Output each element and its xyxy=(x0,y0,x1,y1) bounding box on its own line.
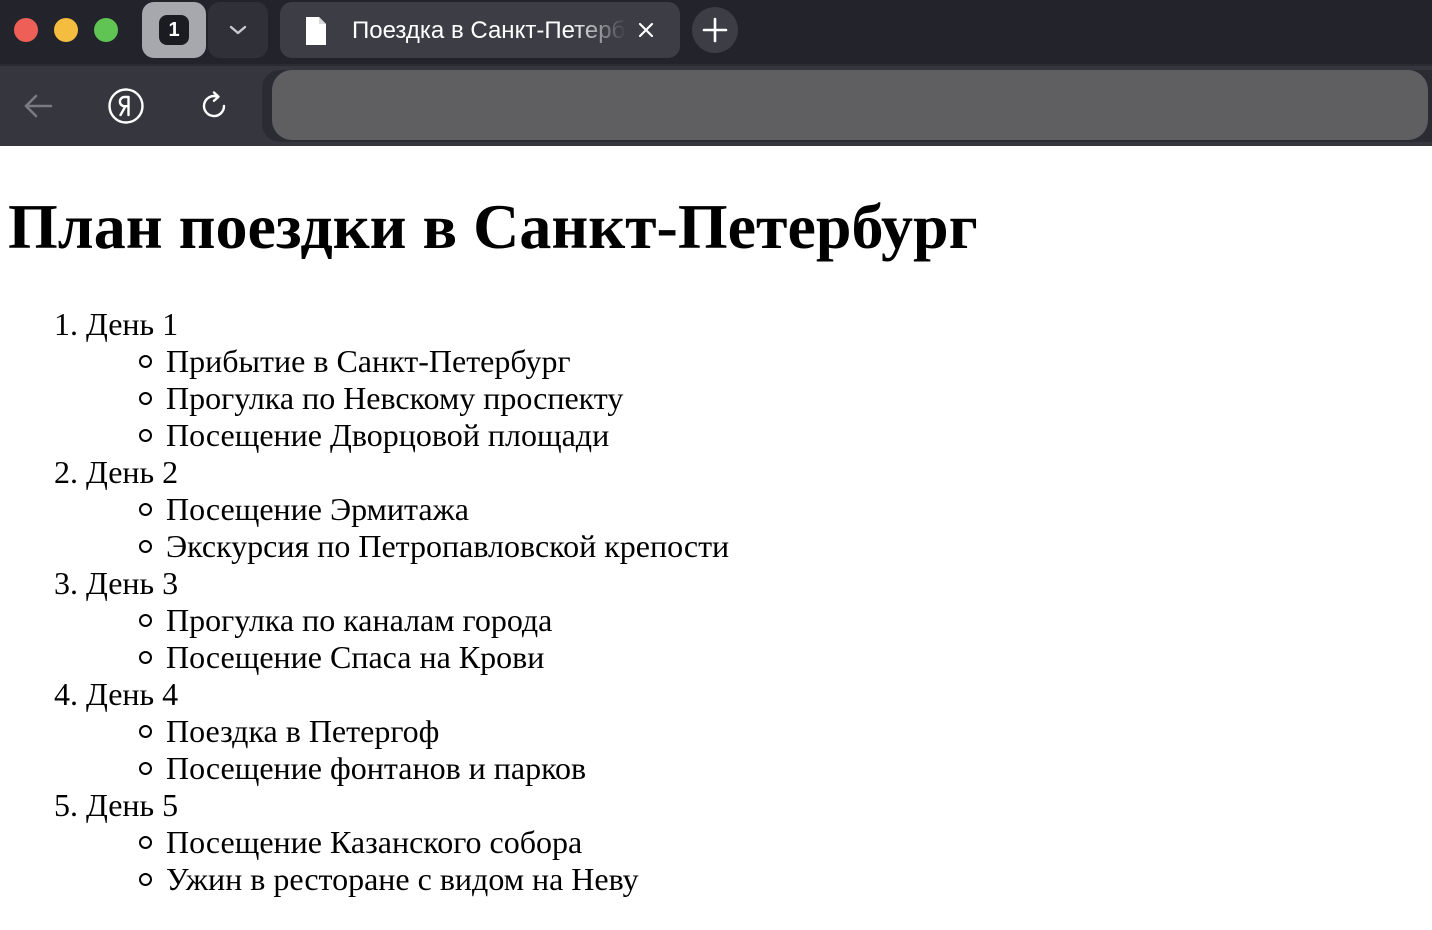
yandex-button[interactable] xyxy=(106,86,146,126)
activity-text: Посещение Казанского собора xyxy=(166,824,583,860)
day-heading: 4. День 4 xyxy=(0,676,729,713)
activity-text: Посещение фонтанов и парков xyxy=(166,750,587,786)
window-close-button[interactable] xyxy=(14,18,38,42)
day-heading: 3. День 3 xyxy=(0,565,729,602)
tab-count-badge: 1 xyxy=(159,15,189,45)
circle-bullet-icon xyxy=(139,873,152,886)
activity-text: Посещение Дворцовой площади xyxy=(166,417,610,453)
activity-item: Экскурсия по Петропавловской крепости xyxy=(0,528,729,565)
day-label: День 4 xyxy=(86,676,179,712)
day-item: 1. День 1 Прибытие в Санкт-Петербург Прогу… xyxy=(0,306,729,454)
day-label: День 2 xyxy=(86,454,179,490)
day-activities-list: Поездка в Петергоф Посещение фонтанов и п… xyxy=(0,713,729,787)
trip-days-list: 1. День 1 Прибытие в Санкт-Петербург Прогу… xyxy=(0,306,729,898)
day-item: 5. День 5 Посещение Казанского собора Ужин… xyxy=(0,787,729,898)
day-item: 2. День 2 Посещение Эрмитажа Экскурсия по … xyxy=(0,454,729,565)
activity-item: Ужин в ресторане с видом на Неву xyxy=(0,861,729,898)
day-number: 5. xyxy=(54,787,78,823)
day-number: 4. xyxy=(54,676,78,712)
tab-strip: 1 Поездка в Санкт-Петербург xyxy=(0,0,1432,64)
reload-button[interactable] xyxy=(194,86,234,126)
day-number: 3. xyxy=(54,565,78,601)
circle-bullet-icon xyxy=(139,540,152,553)
circle-bullet-icon xyxy=(139,614,152,627)
day-label: День 1 xyxy=(86,306,179,342)
activity-item: Прогулка по каналам города xyxy=(0,602,729,639)
day-activities-list: Посещение Казанского собора Ужин в рестор… xyxy=(0,824,729,898)
reload-icon xyxy=(202,91,226,118)
day-label: День 3 xyxy=(86,565,179,601)
activity-item: Посещение Спаса на Крови xyxy=(0,639,729,676)
day-number: 2. xyxy=(54,454,78,490)
browser-chrome: 1 Поездка в Санкт-Петербург xyxy=(0,0,1432,146)
activity-item: Прогулка по Невскому проспекту xyxy=(0,380,729,417)
day-item: 3. День 3 Прогулка по каналам города Посещ… xyxy=(0,565,729,676)
day-heading: 1. День 1 xyxy=(0,306,729,343)
toolbar xyxy=(0,66,1432,146)
day-activities-list: Посещение Эрмитажа Экскурсия по Петропавл… xyxy=(0,491,729,565)
activity-text: Прогулка по Невскому проспекту xyxy=(166,380,624,416)
back-button[interactable] xyxy=(18,86,58,126)
circle-bullet-icon xyxy=(139,355,152,368)
activity-text: Прогулка по каналам города xyxy=(166,602,553,638)
window-maximize-button[interactable] xyxy=(94,18,118,42)
window-minimize-button[interactable] xyxy=(54,18,78,42)
activity-text: Ужин в ресторане с видом на Неву xyxy=(166,861,639,897)
circle-bullet-icon xyxy=(139,392,152,405)
yandex-logo-icon xyxy=(108,88,144,124)
activity-item: Посещение фонтанов и парков xyxy=(0,750,729,787)
circle-bullet-icon xyxy=(139,762,152,775)
page-title: План поездки в Санкт-Петербург xyxy=(8,191,978,262)
chevron-down-icon xyxy=(229,25,247,35)
close-icon[interactable] xyxy=(634,18,658,42)
day-activities-list: Прибытие в Санкт-Петербург Прогулка по Не… xyxy=(0,343,729,454)
activity-text: Посещение Эрмитажа xyxy=(166,491,469,527)
tabs-overview-button[interactable]: 1 xyxy=(142,2,206,58)
plus-icon xyxy=(702,17,728,43)
circle-bullet-icon xyxy=(139,651,152,664)
day-heading: 5. День 5 xyxy=(0,787,729,824)
day-label: День 5 xyxy=(86,787,179,823)
circle-bullet-icon xyxy=(139,725,152,738)
day-heading: 2. День 2 xyxy=(0,454,729,491)
activity-item: Посещение Дворцовой площади xyxy=(0,417,729,454)
activity-text: Поездка в Петергоф xyxy=(166,713,440,749)
day-number: 1. xyxy=(54,306,78,342)
page-content: План поездки в Санкт-Петербург 1. День 1… xyxy=(0,146,1432,930)
back-arrow-icon xyxy=(24,94,53,118)
document-icon xyxy=(306,17,326,45)
activity-item: Посещение Казанского собора xyxy=(0,824,729,861)
activity-text: Прибытие в Санкт-Петербург xyxy=(166,343,571,379)
activity-text: Посещение Спаса на Крови xyxy=(166,639,545,675)
new-tab-button[interactable] xyxy=(692,7,738,53)
tab-title: Поездка в Санкт-Петербург xyxy=(352,17,626,44)
activity-item: Прибытие в Санкт-Петербург xyxy=(0,343,729,380)
activity-item: Поездка в Петергоф xyxy=(0,713,729,750)
tab-active[interactable]: Поездка в Санкт-Петербург xyxy=(280,2,680,58)
circle-bullet-icon xyxy=(139,836,152,849)
activity-item: Посещение Эрмитажа xyxy=(0,491,729,528)
tabs-list-button[interactable] xyxy=(208,2,268,58)
activity-text: Экскурсия по Петропавловской крепости xyxy=(166,528,730,564)
address-bar-input[interactable] xyxy=(272,70,1428,140)
circle-bullet-icon xyxy=(139,503,152,516)
day-item: 4. День 4 Поездка в Петергоф Посещение фон… xyxy=(0,676,729,787)
day-activities-list: Прогулка по каналам города Посещение Спас… xyxy=(0,602,729,676)
circle-bullet-icon xyxy=(139,429,152,442)
